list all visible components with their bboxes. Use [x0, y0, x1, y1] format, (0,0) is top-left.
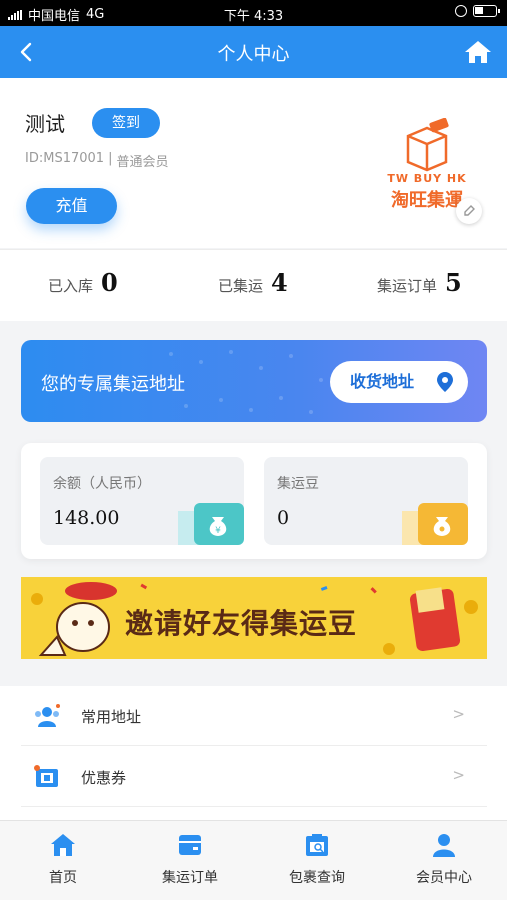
profile-card: 测试 签到 ID:MS17001 | 普通会员 充值 TW BUY HK 淘旺集…	[0, 78, 507, 248]
tab-member-center-label: 会员中心	[416, 870, 472, 886]
home-icon[interactable]	[463, 38, 493, 66]
tab-orders[interactable]: 集运订单	[127, 831, 253, 887]
balance-beans-label: 集运豆	[277, 476, 319, 492]
invite-text: 邀请好友得集运豆	[125, 607, 358, 640]
tab-orders-label: 集运订单	[162, 870, 218, 886]
stat-consolidated-value: 4	[271, 268, 288, 297]
stat-orders-label: 集运订单	[377, 277, 438, 295]
member-separator: |	[108, 151, 113, 166]
tab-home[interactable]: 首页	[0, 831, 126, 887]
list-item-common-address[interactable]: 常用地址 >	[21, 686, 487, 746]
user-tab-icon	[433, 834, 455, 857]
stat-stored-label: 已入库	[48, 277, 94, 295]
balance-beans[interactable]: 集运豆 0	[264, 457, 468, 545]
chevron-right-icon: >	[452, 766, 465, 784]
stat-consolidated-label: 已集运	[218, 277, 264, 295]
package-search-tab-icon	[306, 834, 328, 856]
battery-icon	[473, 5, 500, 17]
address-banner-text: 您的专属集运地址	[41, 374, 185, 395]
member-level: 普通会员	[116, 155, 169, 170]
package-box-icon	[406, 117, 449, 172]
user-name: 测试	[25, 112, 65, 136]
coupon-icon	[34, 765, 58, 787]
money-bag-teal-icon: ¥	[178, 503, 244, 545]
balance-card: 余额（人民币） 148.00 ¥ 集运豆 0	[21, 443, 487, 559]
edit-icon[interactable]	[456, 198, 482, 224]
page-title: 个人中心	[217, 44, 290, 65]
stat-stored[interactable]: 已入库 0	[48, 268, 118, 297]
money-bag-gold-icon	[402, 503, 468, 545]
home-tab-icon	[51, 834, 75, 856]
clock: 下午 4:33	[223, 9, 284, 24]
location-pin-icon	[437, 372, 453, 392]
tab-package-search[interactable]: 包裹查询	[254, 831, 380, 887]
balance-beans-value: 0	[277, 507, 290, 529]
tab-member-center[interactable]: 会员中心	[381, 831, 507, 887]
menu-list: 常用地址 > 优惠券 >	[0, 686, 507, 820]
nav-bar: 个人中心	[0, 26, 507, 78]
list-item-label: 优惠券	[81, 769, 127, 787]
list-item-label: 常用地址	[81, 708, 142, 726]
svg-text:¥: ¥	[215, 526, 221, 536]
logo-text-en: TW BUY HK	[387, 172, 467, 185]
bottom-tab-bar: 首页 集运订单 包裹查询 会员中心	[0, 820, 507, 900]
sign-in-button[interactable]: 签到	[92, 108, 160, 138]
orders-tab-icon	[179, 835, 201, 855]
member-info: ID:MS17001 | 普通会员	[25, 151, 168, 170]
shipping-address-label: 收货地址	[350, 372, 415, 391]
stat-orders-value: 5	[445, 268, 462, 297]
stats-row: 已入库 0 已集运 4 集运订单 5	[0, 249, 507, 321]
chevron-right-icon: >	[452, 705, 465, 723]
balance-rmb[interactable]: 余额（人民币） 148.00 ¥	[40, 457, 244, 545]
recharge-button[interactable]: 充值	[26, 188, 117, 224]
invite-friends-banner[interactable]: 邀请好友得集运豆	[21, 577, 487, 659]
tab-home-label: 首页	[49, 870, 77, 886]
stat-orders[interactable]: 集运订单 5	[377, 268, 462, 297]
member-id: ID:MS17001	[25, 151, 105, 166]
stat-stored-value: 0	[101, 268, 118, 297]
list-item-coupons[interactable]: 优惠券 >	[21, 747, 487, 807]
contacts-icon	[35, 704, 60, 727]
balance-rmb-value: 148.00	[53, 507, 120, 529]
orientation-lock-icon	[455, 5, 467, 17]
balance-rmb-label: 余额（人民币）	[53, 476, 151, 492]
shipping-address-button[interactable]: 收货地址	[330, 361, 468, 403]
exclusive-address-banner[interactable]: 您的专属集运地址 收货地址	[21, 340, 487, 422]
tab-package-search-label: 包裹查询	[289, 870, 345, 886]
status-bar: 中国电信 4G 下午 4:33	[0, 0, 507, 26]
stat-consolidated[interactable]: 已集运 4	[218, 268, 288, 297]
